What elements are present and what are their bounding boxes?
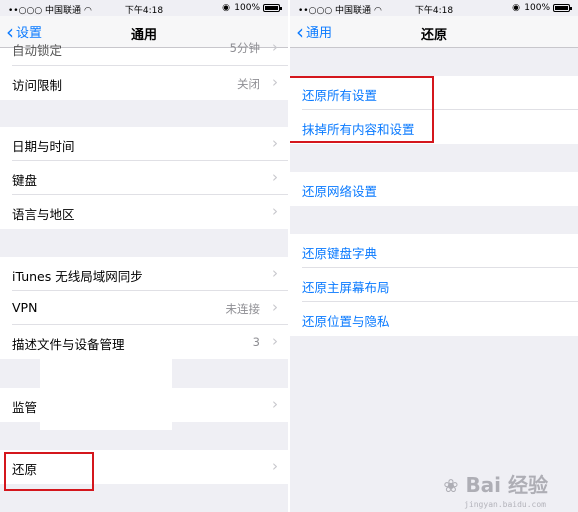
row-label: 键盘 [12,173,38,188]
reset-keyboard-dictionary-button[interactable]: 还原键盘字典 [290,234,578,268]
chevron-right-icon: › [272,457,278,475]
settings-row-auto-lock[interactable]: 自动锁定 5分钟 › [0,38,288,66]
paw-icon: ❀ [443,476,459,497]
row-label: 访问限制 [12,78,63,93]
orientation-lock-icon: ◉ [222,3,230,13]
redaction-mask [40,418,172,430]
settings-row-date-time[interactable]: 日期与时间 › [0,127,288,161]
row-label: 描述文件与设备管理 [12,337,125,352]
row-value: 关闭 [237,77,260,91]
battery-icon [263,4,282,12]
settings-row-itunes-wifi-sync[interactable]: iTunes 无线局域网同步 › [0,257,288,291]
settings-row-supervision[interactable]: 监管 › [0,388,288,422]
battery-icon [553,4,572,12]
row-label: 日期与时间 [12,139,75,154]
status-bar: ••○○○ 中国联通 ◠ 下午4:18 ◉ 100% [0,0,288,16]
orientation-lock-icon: ◉ [512,3,520,13]
reset-screen: ••○○○ 中国联通 ◠ 下午4:18 ◉ 100% ‹ 通用 还原 还原所有设置… [290,0,578,512]
highlight-box-reset [4,452,94,491]
settings-row-profiles[interactable]: 描述文件与设备管理 3 › [0,325,288,359]
reset-location-privacy-button[interactable]: 还原位置与隐私 [290,302,578,336]
row-value: 3 [252,335,260,349]
chevron-right-icon: › [272,38,278,56]
settings-row-language-region[interactable]: 语言与地区 › [0,195,288,229]
navigation-bar: ‹ 通用 还原 [290,16,578,48]
chevron-right-icon: › [272,298,278,316]
row-label: VPN [12,300,38,315]
row-label: 语言与地区 [12,207,75,222]
row-value: 未连接 [225,302,261,316]
reset-home-layout-button[interactable]: 还原主屏幕布局 [290,268,578,302]
settings-row-vpn[interactable]: VPN 未连接 › [0,291,288,325]
baidu-watermark: ❀ Bai 经验 [443,473,548,497]
highlight-box-reset-options [290,76,434,143]
general-settings-screen: ••○○○ 中国联通 ◠ 下午4:18 ◉ 100% ‹ 设置 通用 自动锁定 5… [0,0,288,512]
chevron-right-icon: › [272,73,278,91]
chevron-right-icon: › [272,264,278,282]
row-label: 还原主屏幕布局 [302,280,390,295]
row-label: 还原键盘字典 [302,246,378,261]
settings-row-restrictions[interactable]: 访问限制 关闭 › [0,66,288,100]
chevron-right-icon: › [272,395,278,413]
chevron-right-icon: › [272,134,278,152]
chevron-right-icon: › [272,202,278,220]
chevron-right-icon: › [272,168,278,186]
row-value: 5分钟 [229,41,260,55]
reset-network-settings-button[interactable]: 还原网络设置 [290,172,578,206]
settings-row-keyboard[interactable]: 键盘 › [0,161,288,195]
chevron-right-icon: › [272,332,278,350]
row-label: 自动锁定 [12,43,63,58]
battery-percent: 100% [234,3,260,13]
row-label: 还原位置与隐私 [302,314,390,329]
row-label: 还原网络设置 [302,184,378,199]
battery-percent: 100% [524,3,550,13]
row-label: iTunes 无线局域网同步 [12,269,143,284]
status-bar: ••○○○ 中国联通 ◠ 下午4:18 ◉ 100% [290,0,578,16]
page-title: 还原 [420,28,447,43]
row-label: 监管 [12,400,38,415]
redaction-mask [40,359,172,389]
watermark-url: jingyan.baidu.com [464,500,546,509]
